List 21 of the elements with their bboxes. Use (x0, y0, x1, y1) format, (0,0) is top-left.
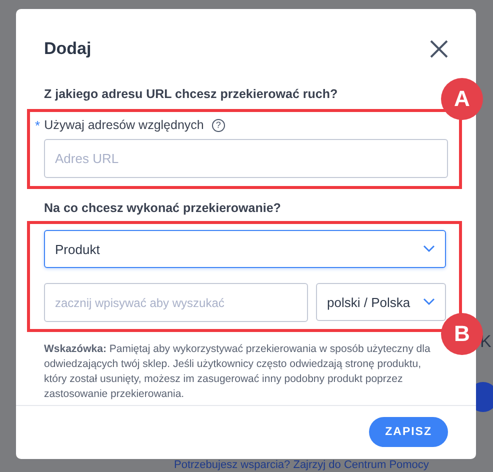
select-value: Produkt (55, 242, 100, 256)
select-value: polski / Polska (327, 294, 410, 310)
annotation-badge: A (441, 78, 483, 120)
field-label: Używaj adresów względnych (44, 118, 204, 132)
hint-text: Wskazówka: Pamiętaj aby wykorzystywać przekierowania w sposób użyteczny dla odwiedzających twój sklep. Jeśli użytkownicy często odwiedzają stronę produktu, który został usunięty, możesz im zasugerować inny podobny produkt poprzez zastosowanie przekierowania. (44, 342, 432, 402)
background-text: Potrzebujesz wsparcia? Zajrzyj do Centrum Pomocy (174, 459, 429, 472)
chevron-down-icon (423, 298, 435, 306)
type-select[interactable]: Produkt (44, 230, 446, 268)
dialog-title: Dodaj (44, 39, 92, 59)
language-select[interactable]: polski / Polska (316, 283, 446, 321)
close-button[interactable] (429, 39, 449, 59)
question-text: Z jakiego adresu URL chcesz przekierować ruch? (44, 87, 338, 101)
save-button[interactable]: ZAPISZ (369, 417, 448, 447)
annotation-badge: B (441, 313, 483, 355)
required-mark: * (35, 118, 40, 132)
question-text: Na co chcesz wykonać przekierowanie? (44, 201, 281, 215)
url-input-field[interactable]: Adres URL (44, 139, 448, 178)
close-icon (430, 40, 448, 58)
search-input-field[interactable]: zacznij wpisywać aby wyszukać (44, 283, 308, 322)
chevron-down-icon (423, 245, 435, 253)
help-icon[interactable]: ? (212, 118, 225, 132)
